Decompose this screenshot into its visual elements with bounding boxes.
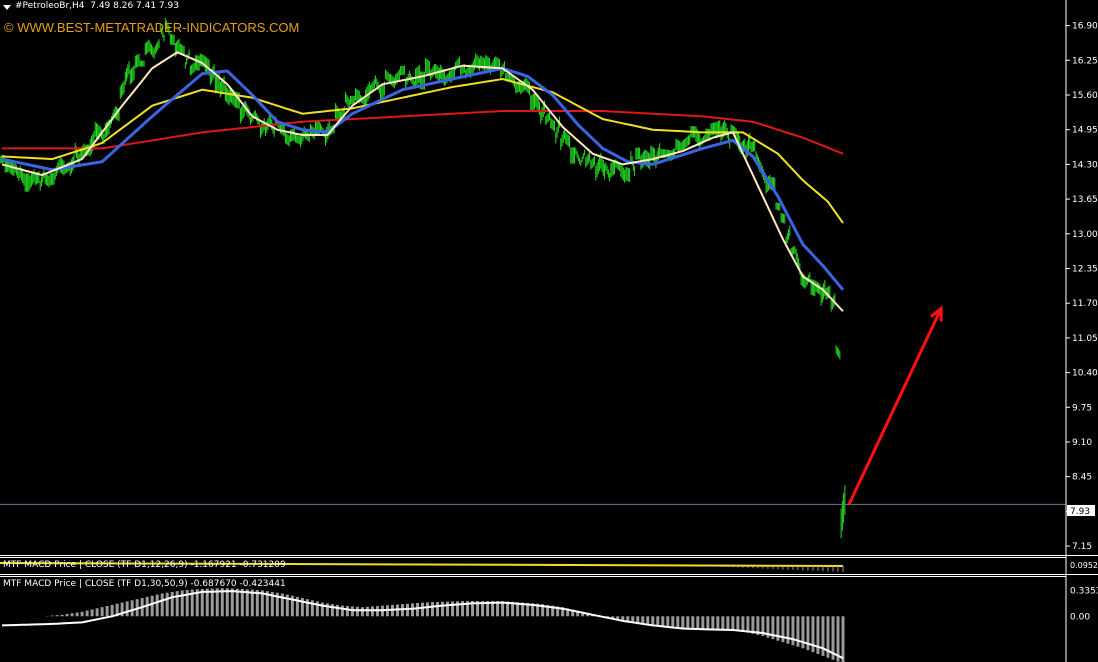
macd1-label: MTF MACD Price | CLOSE (TF D1,12,26,9) -… — [3, 560, 286, 570]
price-axis-label: 9.75 — [1072, 403, 1092, 413]
macd1-tick: 0.0952 — [1070, 561, 1098, 570]
price-axis-label: 8.45 — [1072, 473, 1092, 483]
ohlc-values: 7.49 8.26 7.41 7.93 — [90, 1, 179, 11]
chart-menu-triangle-icon[interactable] — [3, 5, 11, 10]
price-axis-label: 15.60 — [1072, 91, 1098, 101]
symbol-title: #PetroleoBr,H4 7.49 8.26 7.41 7.93 — [15, 1, 179, 11]
current-price-tag: 7.93 — [1067, 505, 1095, 517]
price-axis-label: 11.05 — [1072, 334, 1098, 344]
price-axis-label: 16.25 — [1072, 56, 1098, 66]
macd-axis-label: 0.00 — [1070, 612, 1090, 622]
price-axis-label: 10.40 — [1072, 369, 1098, 379]
price-axis-label: 7.15 — [1072, 542, 1092, 552]
price-axis-label: 13.65 — [1072, 195, 1098, 205]
price-axis-label: 14.95 — [1072, 126, 1098, 136]
price-axis-label: 14.30 — [1072, 160, 1098, 170]
price-axis-label: 16.90 — [1072, 22, 1098, 32]
macd-axis-label: 0.3353 — [1070, 587, 1098, 597]
macd2-label: MTF MACD Price | CLOSE (TF D1,30,50,9) -… — [3, 579, 286, 589]
price-axis-label: 12.35 — [1072, 264, 1098, 274]
symbol-name: #PetroleoBr,H4 — [15, 1, 85, 11]
price-axis-label: 9.10 — [1072, 438, 1092, 448]
watermark-text: © WWW.BEST-METATRADER-INDICATORS.COM — [4, 20, 300, 35]
price-axis-label: 11.70 — [1072, 299, 1098, 309]
price-axis-label: 13.00 — [1072, 230, 1098, 240]
current-price-label: 7.93 — [1070, 507, 1090, 517]
